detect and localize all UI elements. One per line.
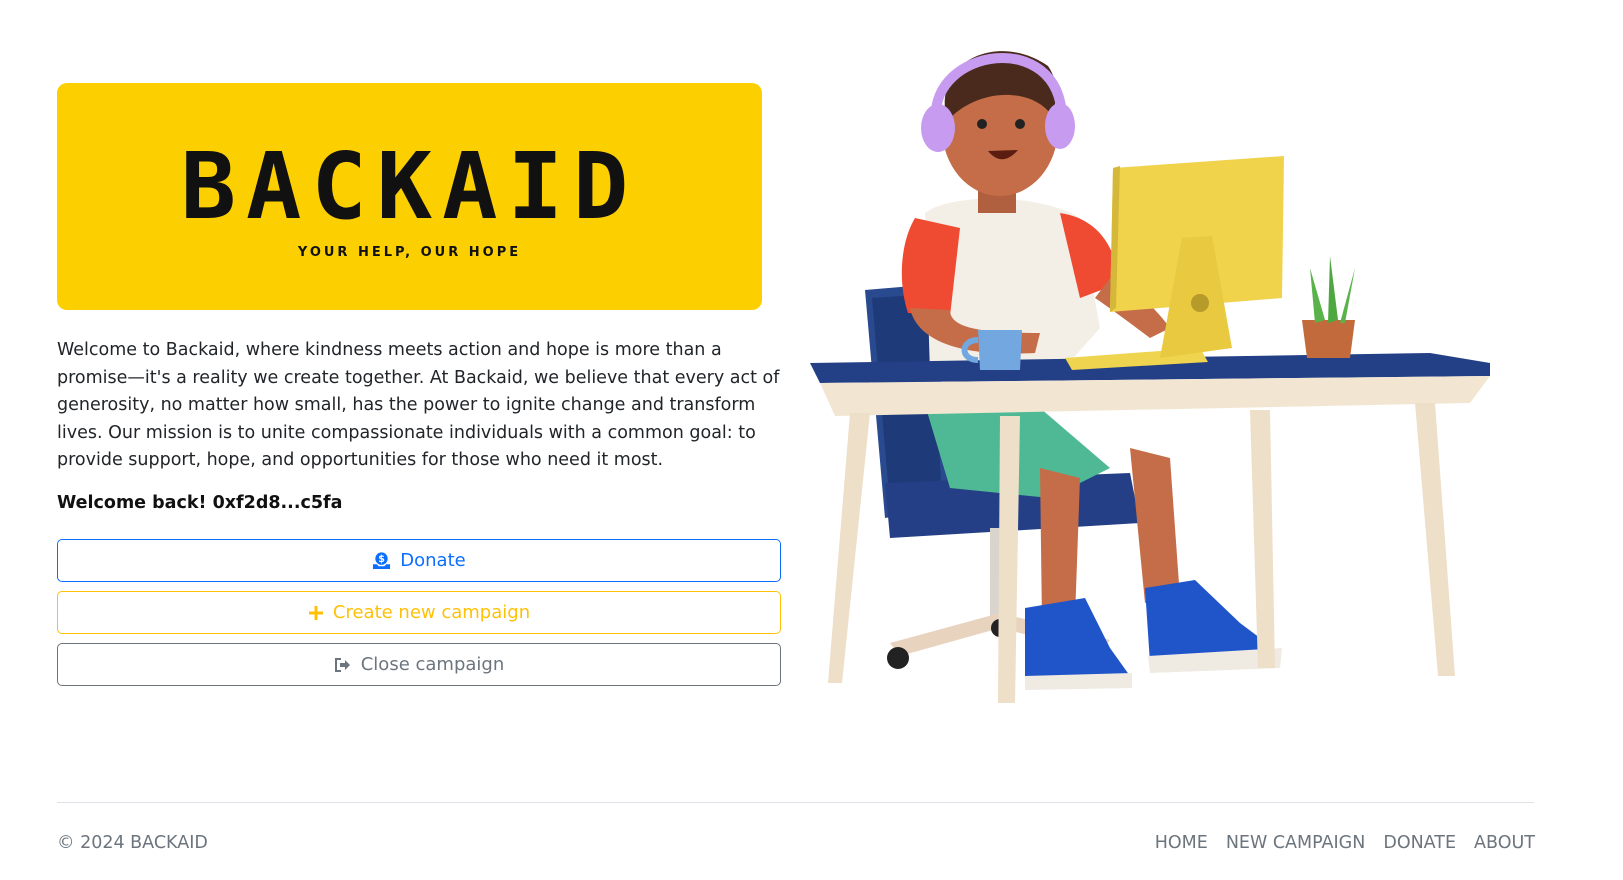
footer-nav: HOME NEW CAMPAIGN DONATE ABOUT: [1155, 833, 1535, 853]
intro-paragraph: Welcome to Backaid, where kindness meets…: [57, 340, 780, 470]
donate-button[interactable]: $ Donate: [57, 539, 781, 582]
logo-wordmark: BACKAID: [180, 133, 639, 240]
footer-link-about[interactable]: ABOUT: [1474, 833, 1535, 853]
footer-link-new-campaign[interactable]: NEW CAMPAIGN: [1226, 833, 1366, 853]
footer-divider: [57, 802, 1534, 803]
close-campaign-button[interactable]: Close campaign: [57, 643, 781, 686]
close-campaign-button-label: Close campaign: [360, 654, 505, 675]
create-campaign-button-label: Create new campaign: [332, 602, 531, 623]
donate-coin-icon: $: [372, 551, 391, 570]
sign-out-icon: [334, 657, 352, 673]
donate-button-label: Donate: [400, 550, 466, 571]
plus-icon: [308, 605, 324, 621]
wallet-address: 0xf2d8...c5fa: [212, 493, 343, 513]
footer-link-home[interactable]: HOME: [1155, 833, 1208, 853]
welcome-label: Welcome back!: [57, 493, 207, 513]
logo-tagline: YOUR HELP, OUR HOPE: [297, 245, 522, 260]
create-campaign-button[interactable]: Create new campaign: [57, 591, 781, 634]
footer-link-donate[interactable]: DONATE: [1383, 833, 1456, 853]
footer-copyright: © 2024 BACKAID: [57, 833, 208, 853]
welcome-message: Welcome back! 0xf2d8...c5fa: [57, 493, 342, 513]
person-at-desk-illustration: [810, 28, 1540, 738]
logo-banner: BACKAID YOUR HELP, OUR HOPE: [57, 83, 762, 310]
svg-text:$: $: [378, 554, 385, 565]
